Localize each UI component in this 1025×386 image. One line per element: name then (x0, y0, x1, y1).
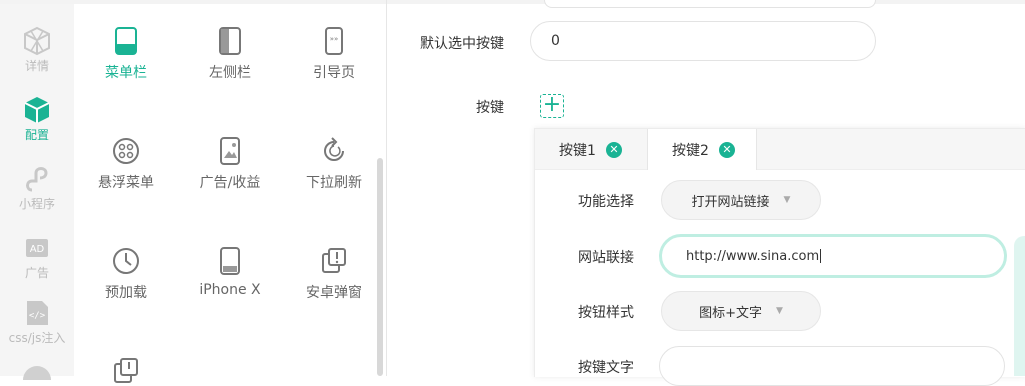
feature-pull-refresh[interactable]: 下拉刷新 (284, 136, 384, 192)
button-text-label: 按键文字 (578, 360, 634, 376)
feature-label-guide: 引导页 (313, 65, 355, 81)
nav-item-config[interactable]: 配置 (0, 95, 74, 143)
buttons-label: 按键 (476, 100, 504, 116)
phone-sidebar-icon (219, 27, 241, 55)
close-icon[interactable]: ✕ (605, 141, 622, 158)
button-style-value: 图标+文字 (699, 305, 762, 321)
button-style-label: 按钮样式 (578, 305, 634, 321)
close-icon[interactable]: ✕ (718, 141, 735, 158)
feature-guide[interactable]: »» 引导页 (284, 26, 384, 82)
nav-label-miniprogram: 小程序 (18, 197, 55, 211)
feature-preload[interactable]: 预加载 (76, 246, 176, 302)
code-file-icon: </> (27, 301, 48, 325)
svg-text:»»: »» (330, 35, 339, 43)
function-select-label: 功能选择 (578, 194, 634, 210)
nav-label-ad: 广告 (24, 266, 49, 280)
iphonex-icon (220, 247, 240, 275)
clock-icon (113, 248, 139, 274)
phone-ad-icon (220, 137, 240, 165)
ad-icon: AD (26, 239, 48, 257)
nav-item-miniprogram[interactable]: 小程序 (0, 164, 74, 212)
feature-sidebar[interactable]: 左侧栏 (180, 26, 280, 82)
nav-label-config: 配置 (24, 128, 49, 142)
feature-partial[interactable] (76, 356, 176, 386)
url-label: 网站联接 (578, 250, 634, 266)
plus-icon: + (542, 92, 562, 117)
url-input-value: http://www.sina.com (686, 248, 820, 264)
add-button-plus[interactable]: + (540, 94, 564, 118)
miniprogram-icon (26, 167, 48, 192)
tab-button-1[interactable]: 按键1 ✕ (559, 129, 622, 170)
default-key-input[interactable]: 0 (530, 21, 876, 61)
feature-label-sidebar: 左侧栏 (209, 65, 251, 81)
button-text-input[interactable] (659, 346, 1005, 386)
function-select[interactable]: 打开网站链接 ▼ (661, 180, 821, 220)
popup-icon (114, 358, 138, 383)
button-tabbar: 按键1 ✕ 按键2 ✕ (535, 129, 1025, 170)
feature-label-ad-revenue: 广告/收益 (199, 175, 261, 191)
nav-item-cssjs[interactable]: </> css/js注入 (0, 298, 74, 346)
feature-android-popup[interactable]: 安卓弹窗 (284, 246, 384, 302)
text-caret (820, 249, 822, 263)
side-panel-edge (1014, 236, 1025, 376)
chevron-down-icon: ▼ (783, 195, 791, 205)
default-key-value: 0 (551, 33, 560, 49)
feature-label-android-popup: 安卓弹窗 (306, 285, 362, 301)
url-input[interactable]: http://www.sina.com (659, 234, 1007, 278)
function-select-value: 打开网站链接 (691, 194, 770, 210)
phone-menubar-icon (115, 27, 137, 55)
android-popup-icon (322, 248, 346, 273)
nav-item-ad[interactable]: AD 广告 (0, 233, 74, 281)
feature-label-iphonex: iPhone X (199, 282, 261, 298)
tab-button-2[interactable]: 按键2 ✕ (647, 129, 757, 170)
feature-label-menubar: 菜单栏 (105, 65, 147, 81)
cube-icon (24, 97, 50, 123)
default-key-label: 默认选中按键 (420, 36, 504, 52)
tab-label-button-2: 按键2 (672, 142, 709, 159)
nav-label-cssjs: css/js注入 (8, 331, 66, 345)
button-style-select[interactable]: 图标+文字 ▼ (661, 291, 821, 331)
feature-grid: 菜单栏 左侧栏 »» 引导页 悬浮菜单 广告/收益 下拉刷新 预加载 iPhon… (74, 4, 374, 383)
float-menu-icon (113, 138, 139, 164)
svg-text:AD: AD (30, 244, 45, 255)
previous-field-input[interactable] (544, 0, 876, 8)
tab-label-button-1: 按键1 (559, 142, 596, 159)
chevron-down-icon: ▼ (775, 306, 783, 316)
refresh-icon (324, 137, 344, 161)
panel-divider (386, 0, 387, 376)
feature-iphonex[interactable]: iPhone X (180, 246, 280, 298)
nav-item-details[interactable]: 详情 (0, 26, 74, 74)
cube-outline-icon (24, 26, 50, 56)
feature-float-menu[interactable]: 悬浮菜单 (76, 136, 176, 192)
feature-label-pull-refresh: 下拉刷新 (306, 175, 362, 191)
nav-label-details: 详情 (24, 59, 49, 73)
svg-text:</>: </> (29, 311, 46, 321)
feature-label-float-menu: 悬浮菜单 (98, 175, 154, 191)
feature-label-preload: 预加载 (105, 285, 147, 301)
feature-menubar[interactable]: 菜单栏 (76, 26, 176, 82)
phone-guide-icon: »» (325, 27, 343, 55)
feature-grid-scrollbar[interactable] (377, 158, 383, 376)
feature-ad-revenue[interactable]: 广告/收益 (180, 136, 280, 192)
nav-item-partial (23, 366, 51, 380)
left-nav: 详情 配置 小程序 AD 广告 </> css/js注入 (0, 4, 74, 380)
